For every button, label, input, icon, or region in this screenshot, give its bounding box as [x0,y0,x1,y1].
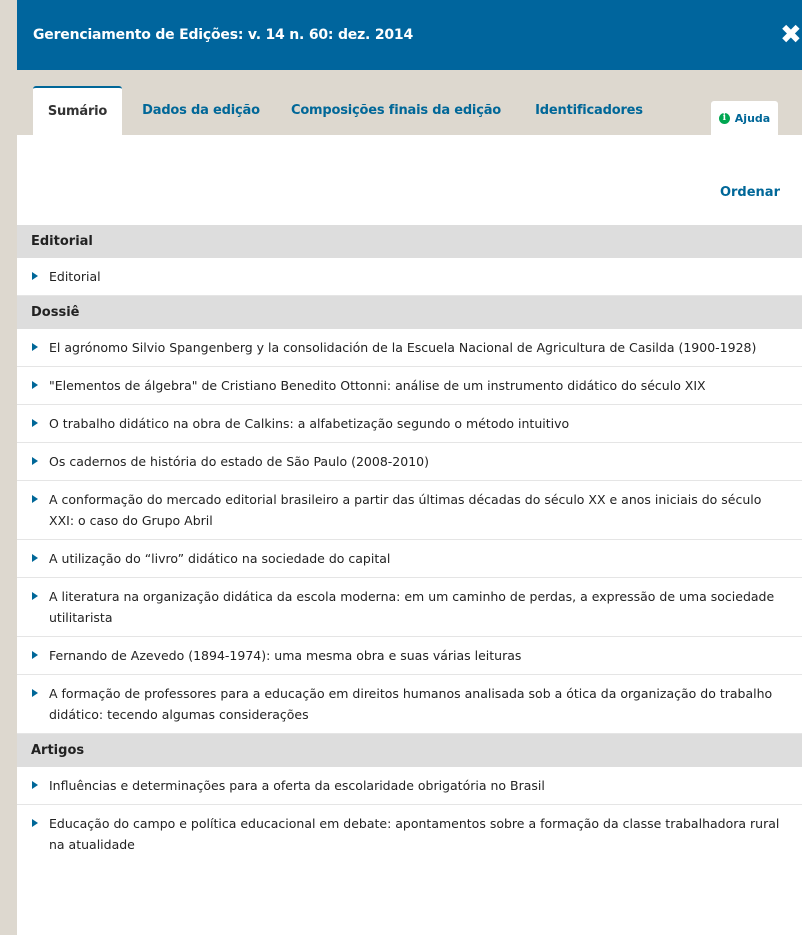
expand-arrow-icon[interactable] [31,683,39,704]
article-title: Fernando de Azevedo (1894-1974): uma mes… [49,648,522,663]
section-header: Artigos [17,734,802,767]
info-icon: i [718,112,730,124]
help-button[interactable]: i Ajuda [711,101,778,135]
tab-label: Sumário [47,104,108,119]
expand-arrow-icon[interactable] [31,586,39,607]
list-item[interactable]: Editorial [17,258,802,296]
expand-arrow-icon[interactable] [31,775,39,796]
close-icon[interactable]: ✖ [780,22,802,48]
article-title: Educação do campo e política educacional… [49,816,780,852]
article-title: Os cadernos de história do estado de São… [49,454,429,469]
article-title: Influências e determinações para a ofert… [49,778,545,793]
tab-sumario[interactable]: Sumário [33,86,122,135]
expand-arrow-icon[interactable] [31,337,39,358]
tab-dados-da-edicao[interactable]: Dados da edição [131,86,271,135]
list-item[interactable]: A formação de professores para a educaçã… [17,675,802,734]
list-item[interactable]: O trabalho didático na obra de Calkins: … [17,405,802,443]
article-title: A conformação do mercado editorial brasi… [49,492,762,528]
list-item[interactable]: Influências e determinações para a ofert… [17,767,802,805]
article-title: A literatura na organização didática da … [49,589,775,625]
tab-composicoes-finais[interactable]: Composições finais da edição [285,86,507,135]
article-title: A utilização do “livro” didático na soci… [49,551,391,566]
list-item[interactable]: "Elementos de álgebra" de Cristiano Bene… [17,367,802,405]
expand-arrow-icon[interactable] [31,548,39,569]
list-item[interactable]: El agrónomo Silvio Spangenberg y la cons… [17,329,802,367]
section-header: Editorial [17,225,802,258]
list-item[interactable]: A utilização do “livro” didático na soci… [17,540,802,578]
article-title: "Elementos de álgebra" de Cristiano Bene… [49,378,706,393]
list-item[interactable]: Educação do campo e política educacional… [17,805,802,863]
list-item[interactable]: Os cadernos de história do estado de São… [17,443,802,481]
list-item[interactable]: Fernando de Azevedo (1894-1974): uma mes… [17,637,802,675]
expand-arrow-icon[interactable] [31,413,39,434]
expand-arrow-icon[interactable] [31,266,39,287]
expand-arrow-icon[interactable] [31,451,39,472]
expand-arrow-icon[interactable] [31,375,39,396]
tab-bar: Sumário Dados da edição Composições fina… [17,70,802,135]
expand-arrow-icon[interactable] [31,813,39,834]
table-of-contents: Editorial Editorial Dossiê El agrónomo S… [17,225,802,863]
article-title: Editorial [49,269,101,284]
expand-arrow-icon[interactable] [31,489,39,510]
article-title: El agrónomo Silvio Spangenberg y la cons… [49,340,757,355]
tab-label: Identificadores [535,103,643,118]
section-header: Dossiê [17,296,802,329]
order-link[interactable]: Ordenar [720,185,780,200]
modal-header: Gerenciamento de Edições: v. 14 n. 60: d… [17,0,802,70]
expand-arrow-icon[interactable] [31,645,39,666]
issue-management-modal: Gerenciamento de Edições: v. 14 n. 60: d… [17,0,802,935]
tab-label: Dados da edição [142,103,260,118]
article-title: O trabalho didático na obra de Calkins: … [49,416,570,431]
tab-label: Composições finais da edição [290,103,502,118]
toolbar-row [17,135,802,180]
tab-identificadores[interactable]: Identificadores [523,86,655,135]
list-item[interactable]: A literatura na organização didática da … [17,578,802,637]
modal-title: Gerenciamento de Edições: v. 14 n. 60: d… [33,27,413,43]
list-item[interactable]: A conformação do mercado editorial brasi… [17,481,802,540]
help-label: Ajuda [734,111,771,125]
article-title: A formação de professores para a educaçã… [49,686,773,722]
